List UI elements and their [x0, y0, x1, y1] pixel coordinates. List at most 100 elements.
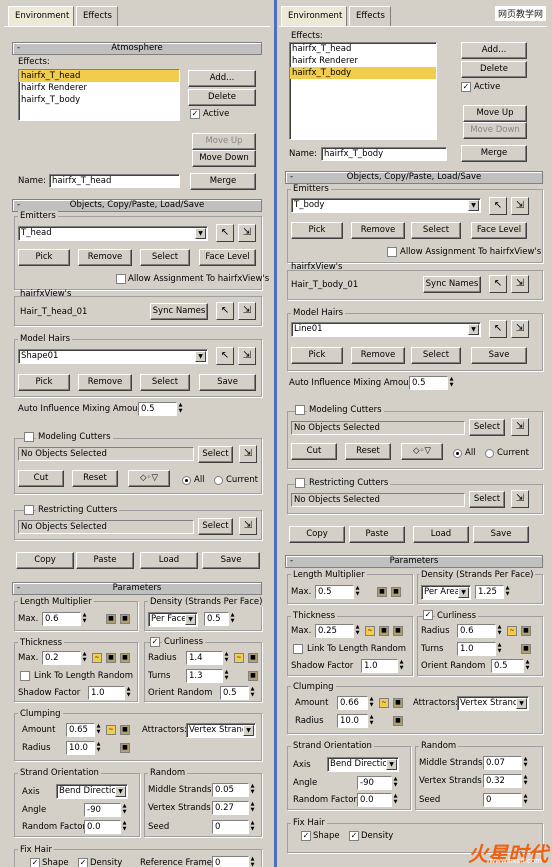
- select-button[interactable]: Select: [411, 347, 461, 364]
- current-radio[interactable]: [485, 449, 494, 458]
- pick-button[interactable]: Pick: [18, 374, 70, 391]
- density-checkbox[interactable]: ✓: [78, 858, 88, 867]
- atmosphere-rollout[interactable]: - Atmosphere: [12, 42, 262, 55]
- move-up-button[interactable]: Move Up: [192, 133, 256, 150]
- map-icon[interactable]: ■: [106, 614, 116, 624]
- curve-icon[interactable]: ~: [379, 698, 389, 708]
- map-icon[interactable]: ■: [521, 626, 531, 636]
- density-checkbox[interactable]: ✓: [349, 831, 359, 841]
- remove-button[interactable]: Remove: [78, 249, 132, 266]
- load-button[interactable]: Load: [140, 552, 198, 569]
- list-item[interactable]: hairfx_T_head: [19, 70, 179, 82]
- pick-arrow-icon[interactable]: ↖: [216, 302, 234, 320]
- list-item[interactable]: hairfx Renderer: [290, 55, 436, 67]
- map-icon[interactable]: ■: [248, 671, 258, 681]
- face-level-button[interactable]: Face Level: [199, 249, 256, 266]
- select-button[interactable]: Select: [140, 374, 190, 391]
- density-spinner[interactable]: 0.5 ▲ ▼: [204, 612, 236, 626]
- move-up-button[interactable]: Move Up: [463, 105, 527, 122]
- random-factor-spinner[interactable]: 0.0 ▲ ▼: [357, 793, 399, 807]
- angle-spinner[interactable]: -90 ▲ ▼: [357, 776, 399, 790]
- auto-influence-spinner[interactable]: 0.5 ▲ ▼: [138, 402, 184, 416]
- curve-icon[interactable]: ~: [106, 725, 116, 735]
- select-button[interactable]: Select: [198, 446, 233, 463]
- effects-list[interactable]: hairfx_T_head hairfx Renderer hairfx_T_b…: [289, 42, 437, 140]
- pick-button[interactable]: Pick: [18, 249, 70, 266]
- select-list-icon[interactable]: ⇲: [511, 490, 529, 508]
- sync-names-button[interactable]: Sync Names: [150, 303, 208, 320]
- density-mode-combo[interactable]: Per Area ▼: [421, 585, 471, 600]
- select-button[interactable]: Select: [469, 419, 505, 436]
- reset-button[interactable]: Reset: [345, 443, 391, 460]
- map-icon[interactable]: ■: [393, 626, 403, 636]
- effects-list[interactable]: hairfx_T_head hairfx Renderer hairfx_T_b…: [18, 69, 180, 121]
- list-item[interactable]: hairfx_T_body: [290, 67, 436, 79]
- all-radio[interactable]: [453, 449, 462, 458]
- tab-effects[interactable]: Effects: [349, 6, 391, 26]
- curliness-checkbox[interactable]: ✓: [150, 637, 160, 647]
- tab-environment[interactable]: Environment: [281, 6, 347, 26]
- select-list-icon[interactable]: ⇲: [238, 224, 256, 242]
- clump-radius-spinner[interactable]: 10.0 ▲ ▼: [337, 714, 375, 728]
- seed-spinner[interactable]: 0 ▲ ▼: [483, 793, 529, 807]
- tab-effects[interactable]: Effects: [76, 6, 118, 26]
- map-icon[interactable]: ■: [120, 653, 130, 663]
- orient-random-spinner[interactable]: 0.5 ▲ ▼: [220, 686, 256, 700]
- middle-strands-spinner[interactable]: 0.07 ▲ ▼: [483, 756, 529, 770]
- allow-assignment-checkbox[interactable]: [116, 274, 126, 284]
- auto-influence-spinner[interactable]: 0.5 ▲ ▼: [409, 376, 455, 390]
- active-checkbox[interactable]: ✓: [190, 109, 200, 119]
- length-max-spinner[interactable]: 0.5 ▲ ▼: [315, 585, 361, 599]
- current-radio[interactable]: [214, 476, 223, 485]
- turns-spinner[interactable]: 1.3 ▲ ▼: [186, 669, 230, 683]
- curve-icon[interactable]: ~: [507, 626, 517, 636]
- curve-icon[interactable]: ~: [92, 653, 102, 663]
- clump-amount-spinner[interactable]: 0.66 ▲ ▼: [337, 696, 375, 710]
- vertex-strands-spinner[interactable]: 0.32 ▲ ▼: [483, 774, 529, 788]
- clump-radius-spinner[interactable]: 10.0 ▲ ▼: [66, 741, 102, 755]
- move-down-button[interactable]: Move Down: [192, 150, 256, 167]
- select-list-icon[interactable]: ⇲: [238, 302, 256, 320]
- select-button[interactable]: Select: [140, 249, 190, 266]
- length-max-spinner[interactable]: 0.6 ▲ ▼: [42, 612, 88, 626]
- save-button[interactable]: Save: [202, 552, 260, 569]
- effect-name-field[interactable]: hairfx_T_body: [321, 147, 447, 161]
- delete-button[interactable]: Delete: [461, 61, 527, 78]
- map-icon[interactable]: ■: [106, 653, 116, 663]
- paste-button[interactable]: Paste: [76, 552, 134, 569]
- copy-button[interactable]: Copy: [16, 552, 74, 569]
- vertex-strands-spinner[interactable]: 0.27 ▲ ▼: [212, 801, 256, 815]
- curliness-checkbox[interactable]: ✓: [423, 610, 433, 620]
- cutter-mode-icon[interactable]: ◇◦▽: [401, 443, 443, 460]
- select-list-icon[interactable]: ⇲: [239, 517, 257, 535]
- emitter-combo[interactable]: T_body ▼: [291, 198, 481, 213]
- density-mode-combo[interactable]: Per Face ▼: [148, 612, 198, 627]
- shape-checkbox[interactable]: ✓: [301, 831, 311, 841]
- model-hair-combo[interactable]: Line01 ▼: [291, 322, 481, 337]
- remove-button[interactable]: Remove: [351, 347, 405, 364]
- curve-icon[interactable]: ~: [234, 653, 244, 663]
- shadow-factor-spinner[interactable]: 1.0 ▲ ▼: [88, 686, 132, 700]
- pick-button[interactable]: Pick: [291, 222, 343, 239]
- link-length-checkbox[interactable]: [293, 644, 303, 654]
- clump-amount-spinner[interactable]: 0.65 ▲ ▼: [66, 723, 102, 737]
- seed-spinner[interactable]: 0 ▲ ▼: [212, 820, 256, 834]
- map-icon[interactable]: ■: [377, 587, 387, 597]
- merge-button[interactable]: Merge: [190, 173, 256, 190]
- select-list-icon[interactable]: ⇲: [511, 197, 529, 215]
- modeling-cutters-checkbox[interactable]: [24, 432, 34, 442]
- save-button[interactable]: Save: [473, 526, 529, 543]
- select-button[interactable]: Select: [411, 222, 461, 239]
- curl-radius-spinner[interactable]: 0.6 ▲ ▼: [457, 624, 503, 638]
- reference-frame-spinner[interactable]: 0 ▲ ▼: [212, 856, 256, 867]
- objects-rollout[interactable]: - Objects, Copy/Paste, Load/Save: [285, 171, 543, 184]
- shape-checkbox[interactable]: ✓: [30, 858, 40, 867]
- select-list-icon[interactable]: ⇲: [239, 445, 257, 463]
- parameters-rollout[interactable]: - Parameters: [285, 555, 543, 568]
- map-icon[interactable]: ■: [248, 653, 258, 663]
- select-button[interactable]: Select: [198, 518, 233, 535]
- attractors-combo[interactable]: Vertex Strands ▼: [186, 723, 256, 738]
- middle-strands-spinner[interactable]: 0.05 ▲ ▼: [212, 783, 256, 797]
- curve-icon[interactable]: ~: [365, 626, 375, 636]
- orient-random-spinner[interactable]: 0.5 ▲ ▼: [491, 659, 531, 673]
